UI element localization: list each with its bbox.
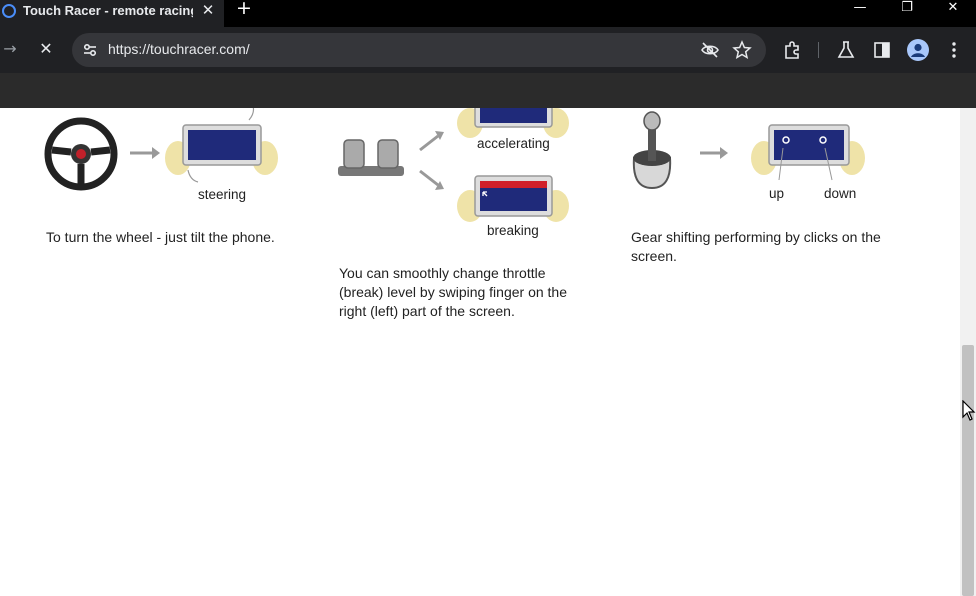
new-tab-button[interactable]: + [235,0,253,18]
star-icon[interactable] [732,40,752,60]
close-window-button[interactable]: ✕ [938,0,968,18]
phone-tilt-icon [165,108,278,183]
mouse-cursor-icon [962,400,976,421]
tab-title: Touch Racer - remote racing w [23,3,193,18]
tune-icon[interactable] [82,42,98,58]
loading-favicon-icon [2,4,16,18]
arrow-right-icon [700,147,728,159]
pedals-icon [338,139,404,176]
page-header-strip [0,73,976,108]
arrow-up-right-icon [419,131,444,152]
tab-strip: Touch Racer - remote racing w ✕ + — ❐ ✕ [0,0,976,27]
address-bar[interactable]: https://touchracer.com/ [72,33,766,67]
eye-off-icon[interactable] [700,40,720,60]
steering-wheel-icon [44,117,118,191]
phone-brake-icon [457,175,569,222]
puzzle-icon[interactable] [782,40,802,60]
phone-tap-icon [751,124,865,181]
tab-touch-racer[interactable]: Touch Racer - remote racing w ✕ [0,0,224,27]
pedals-description: You can smoothly change throttle (break)… [339,265,568,319]
arrow-down-right-icon [419,169,444,190]
breaking-label: breaking [487,223,539,238]
gear-shifter-icon [632,111,672,190]
gear-up-label: up [769,186,785,201]
page-content: steering To turn the wheel - just tilt t… [0,108,960,596]
browser-toolbar: → ✕ https://touchracer.com/ [0,27,976,73]
steering-label: steering [198,187,247,202]
arrow-right-icon [130,147,160,159]
gearshift-description: Gear shifting performing by clicks on th… [631,229,881,264]
restore-button[interactable]: ❐ [892,0,922,18]
forward-button[interactable]: → [0,39,20,59]
steering-illustration [44,108,278,191]
profile-icon[interactable] [907,39,929,61]
steering-description: To turn the wheel - just tilt the phone. [46,229,275,245]
stop-loading-button[interactable]: ✕ [36,39,56,59]
tab-close-icon[interactable]: ✕ [200,2,216,18]
side-panel-icon[interactable] [872,40,892,60]
minimize-button[interactable]: — [845,0,875,18]
flask-icon[interactable] [836,40,856,60]
accelerating-label: accelerating [477,136,550,151]
pedals-illustration [338,108,569,222]
url-text[interactable]: https://touchracer.com/ [108,41,250,57]
toolbar-divider [818,42,819,58]
gear-down-label: down [824,186,857,201]
kebab-menu-icon[interactable] [944,40,964,60]
page-scrollbar-thumb[interactable] [962,345,974,596]
